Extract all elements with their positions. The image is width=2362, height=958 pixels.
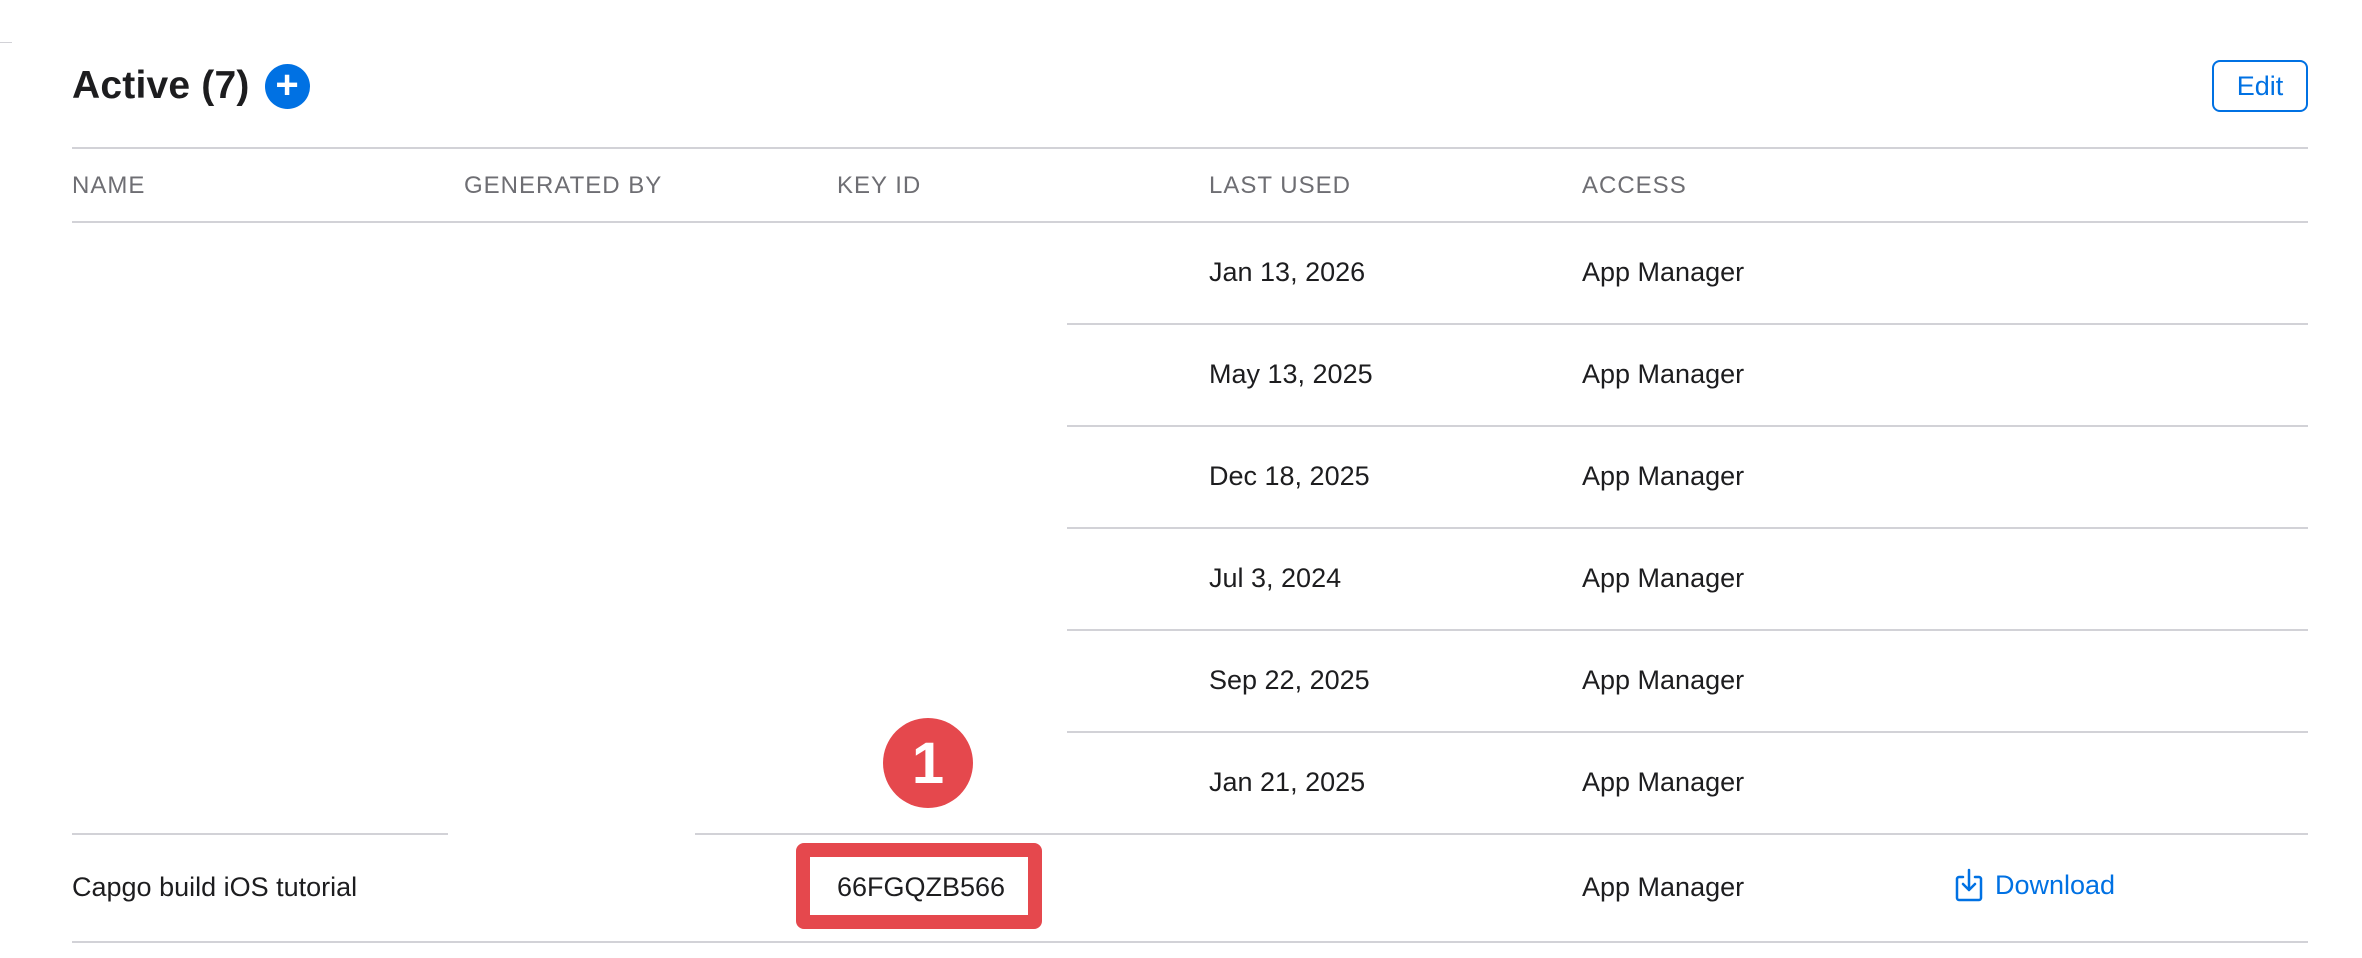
plus-circle-icon: + — [275, 62, 299, 107]
access-cell: App Manager — [1582, 257, 1745, 287]
column-header-key-id[interactable]: KEY ID — [837, 172, 921, 200]
column-header-name[interactable]: NAME — [72, 172, 145, 200]
last-used-cell: Jul 3, 2024 — [1209, 563, 1342, 593]
last-used-cell: Sep 22, 2025 — [1209, 665, 1370, 695]
column-header-last-used[interactable]: LAST USED — [1209, 172, 1351, 200]
access-cell: App Manager — [1582, 461, 1745, 491]
last-used-cell: Dec 18, 2025 — [1209, 461, 1370, 491]
access-cell: App Manager — [1582, 359, 1745, 389]
section-title: Active (7) — [72, 64, 250, 107]
header-bottom-divider — [72, 221, 2308, 223]
table-bottom-divider — [72, 941, 2308, 943]
key-id-cell[interactable]: 66FGQZB566 — [837, 872, 1005, 903]
row-divider — [1067, 425, 2308, 427]
edit-button[interactable]: Edit — [2212, 60, 2308, 112]
row-divider — [72, 833, 448, 835]
row-divider — [1067, 731, 2308, 733]
row-divider — [1067, 527, 2308, 529]
add-key-button[interactable]: + — [264, 62, 310, 109]
corner-divider — [0, 42, 12, 43]
access-cell: App Manager — [1582, 767, 1745, 797]
row-divider — [1067, 323, 2308, 325]
column-header-generated-by[interactable]: GENERATED BY — [464, 172, 662, 200]
section-header: Active (7) + — [72, 56, 310, 116]
header-top-divider — [72, 147, 2308, 149]
name-cell: Capgo build iOS tutorial — [72, 872, 358, 902]
access-cell: App Manager — [1582, 665, 1745, 695]
row-divider — [695, 833, 2308, 835]
annotation-step-badge: 1 — [883, 718, 973, 808]
access-cell: App Manager — [1582, 563, 1745, 593]
access-cell: App Manager — [1582, 872, 1745, 902]
row-divider — [1067, 629, 2308, 631]
last-used-cell: May 13, 2025 — [1209, 359, 1373, 389]
download-label: Download — [1995, 869, 2116, 900]
column-header-access[interactable]: ACCESS — [1582, 172, 1687, 200]
download-link[interactable]: Download — [1955, 868, 2115, 902]
download-icon — [1955, 868, 1983, 902]
last-used-cell: Jan 13, 2026 — [1209, 257, 1366, 287]
last-used-cell: Jan 21, 2025 — [1209, 767, 1366, 797]
